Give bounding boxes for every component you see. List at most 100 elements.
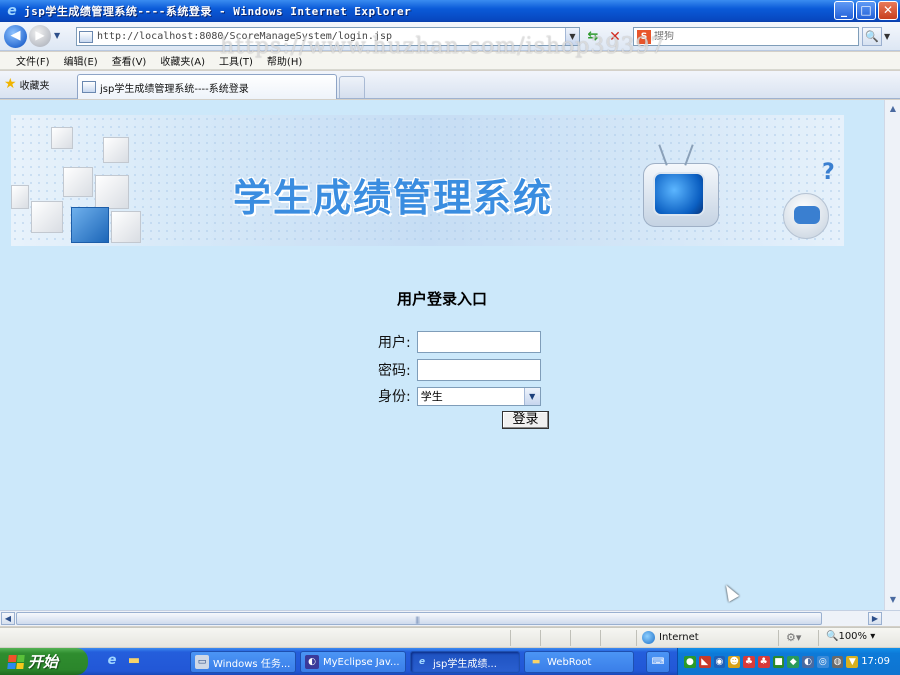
zoom-level[interactable]: 🔍100% ▾	[826, 631, 875, 642]
favorites-button[interactable]: ★ 收藏夹	[4, 76, 50, 92]
monitor-icon: ▭	[195, 655, 209, 669]
task-keyboard[interactable]: ⌨	[646, 651, 670, 673]
ie-icon: e	[7, 3, 17, 19]
qq-icon[interactable]: ♣	[757, 655, 770, 668]
menu-view[interactable]: 查看(V)	[112, 53, 147, 68]
chevron-down-icon[interactable]: ▼	[523, 387, 540, 405]
password-label: 密码:	[378, 363, 411, 379]
task-ie-login[interactable]: e jsp学生成绩...	[410, 651, 520, 673]
role-select[interactable]: 学生 ▼	[416, 386, 541, 406]
cube-icon	[111, 211, 141, 243]
role-selected: 学生	[420, 390, 443, 403]
task-label: WebRoot	[547, 656, 592, 668]
close-button[interactable]: ✕	[878, 1, 898, 20]
password-input[interactable]	[416, 359, 541, 381]
user-label: 用户:	[378, 335, 411, 351]
back-button[interactable]: ◀	[4, 25, 27, 48]
username-input[interactable]	[416, 331, 541, 353]
search-go-button[interactable]: 🔍	[862, 27, 882, 46]
shield-icon[interactable]: ▼	[846, 655, 859, 668]
cube-icon	[51, 127, 73, 149]
tray-icon[interactable]: ●	[684, 655, 696, 668]
robot-icon: ?	[783, 160, 835, 239]
cube-icon	[31, 201, 63, 233]
quick-launch: e ▬	[104, 653, 142, 669]
globe-icon	[642, 631, 655, 644]
tray-icon[interactable]: ◎	[816, 655, 829, 668]
task-webroot-folder[interactable]: ▬ WebRoot	[524, 651, 634, 673]
scroll-right-icon[interactable]: ▶	[868, 612, 882, 625]
user-row: 用户:	[378, 331, 541, 353]
role-label: 身份:	[378, 389, 411, 405]
start-button[interactable]: 开始	[0, 648, 88, 675]
forward-button[interactable]: ▶	[29, 25, 51, 47]
search-box[interactable]: S	[633, 27, 859, 46]
favorites-label: 收藏夹	[19, 80, 50, 92]
tv-icon	[643, 144, 719, 227]
minimize-button[interactable]: _	[834, 1, 854, 20]
ie-icon[interactable]: e	[104, 653, 120, 669]
window-controls: _ □ ✕	[834, 1, 898, 20]
title-bar: e jsp学生成绩管理系统----系统登录 - Windows Internet…	[0, 0, 900, 22]
cube-icon	[95, 175, 129, 209]
tray-icon[interactable]: ◍	[831, 655, 844, 668]
login-button[interactable]: 登录	[502, 411, 549, 429]
status-bar: Internet ⚙▾ 🔍100% ▾	[0, 627, 900, 647]
tray-icon[interactable]: ■	[772, 655, 785, 668]
tray-icon[interactable]: ◐	[802, 655, 814, 668]
menu-edit[interactable]: 编辑(E)	[64, 53, 98, 68]
tray-icon[interactable]: ☻	[728, 655, 741, 668]
tab-label: jsp学生成绩管理系统----系统登录	[100, 83, 249, 95]
zoom-label: 100%	[838, 631, 868, 642]
windows-flag-icon	[7, 654, 25, 669]
window-title: jsp学生成绩管理系统----系统登录 - Windows Internet E…	[24, 5, 412, 18]
cube-icon	[63, 167, 93, 197]
login-title: 用户登录入口	[396, 290, 487, 308]
cube-icon	[11, 185, 29, 209]
security-zone: Internet	[642, 631, 699, 644]
search-options-icon[interactable]: ▼	[884, 32, 890, 41]
task-windows-task-manager[interactable]: ▭ Windows 任务...	[190, 651, 296, 673]
taskbar: 开始 e ▬ ▭ Windows 任务... ◐ MyEclipse Jav..…	[0, 648, 900, 675]
folder-icon: ▬	[531, 657, 541, 667]
watermark: https://www.huzhan.com/ishop39397	[220, 34, 666, 59]
folder-icon[interactable]: ▬	[126, 653, 142, 669]
tray-icon[interactable]: ◆	[787, 655, 800, 668]
scroll-down-icon[interactable]: ▼	[887, 594, 899, 606]
task-myeclipse[interactable]: ◐ MyEclipse Jav...	[300, 651, 406, 673]
scroll-thumb[interactable]: |||	[16, 612, 822, 625]
tab-login[interactable]: jsp学生成绩管理系统----系统登录	[77, 74, 337, 99]
tray-icon[interactable]: ◣	[698, 655, 711, 668]
history-dropdown-icon[interactable]: ▼	[54, 31, 60, 40]
tab-bar: ★ 收藏夹 jsp学生成绩管理系统----系统登录	[0, 71, 900, 99]
ie-icon: e	[418, 657, 426, 667]
clock: 17:09	[861, 656, 891, 667]
vertical-scrollbar[interactable]: ▲ ▼	[884, 100, 900, 610]
eclipse-icon: ◐	[305, 655, 319, 669]
tray-icon[interactable]: ◉	[713, 655, 726, 668]
scroll-left-icon[interactable]: ◀	[1, 612, 15, 625]
menu-file[interactable]: 文件(F)	[16, 53, 50, 68]
star-icon: ★	[4, 76, 17, 92]
search-input[interactable]	[654, 31, 844, 42]
keyboard-icon: ⌨	[651, 657, 665, 667]
protected-mode-icon[interactable]: ⚙▾	[786, 631, 801, 644]
task-label: Windows 任务...	[213, 658, 291, 670]
system-tray: ● ◣ ◉ ☻ ♣ ♣ ■ ◆ ◐ ◎ ◍ ▼ 17:09	[677, 648, 900, 675]
qq-icon[interactable]: ♣	[743, 655, 755, 668]
menu-favorites[interactable]: 收藏夹(A)	[160, 53, 205, 68]
cube-icon	[71, 207, 109, 243]
scroll-up-icon[interactable]: ▲	[887, 103, 899, 115]
maximize-button[interactable]: □	[856, 1, 876, 20]
role-row: 身份: 学生 ▼	[378, 386, 541, 406]
banner-title: 学生成绩管理系统	[233, 176, 554, 220]
password-row: 密码:	[378, 359, 541, 381]
page-icon	[79, 30, 93, 43]
header-banner: 学生成绩管理系统 ?	[11, 115, 844, 246]
zone-label: Internet	[659, 632, 699, 643]
new-tab-button[interactable]	[339, 76, 365, 98]
horizontal-scrollbar[interactable]: ◀ ||| ▶	[0, 610, 900, 626]
task-label: MyEclipse Jav...	[323, 656, 400, 668]
page-content: 学生成绩管理系统 ? 用户登录入口 用户: 密码: 身份: 学生 ▼ 登录	[0, 100, 884, 610]
page-icon	[82, 81, 96, 93]
